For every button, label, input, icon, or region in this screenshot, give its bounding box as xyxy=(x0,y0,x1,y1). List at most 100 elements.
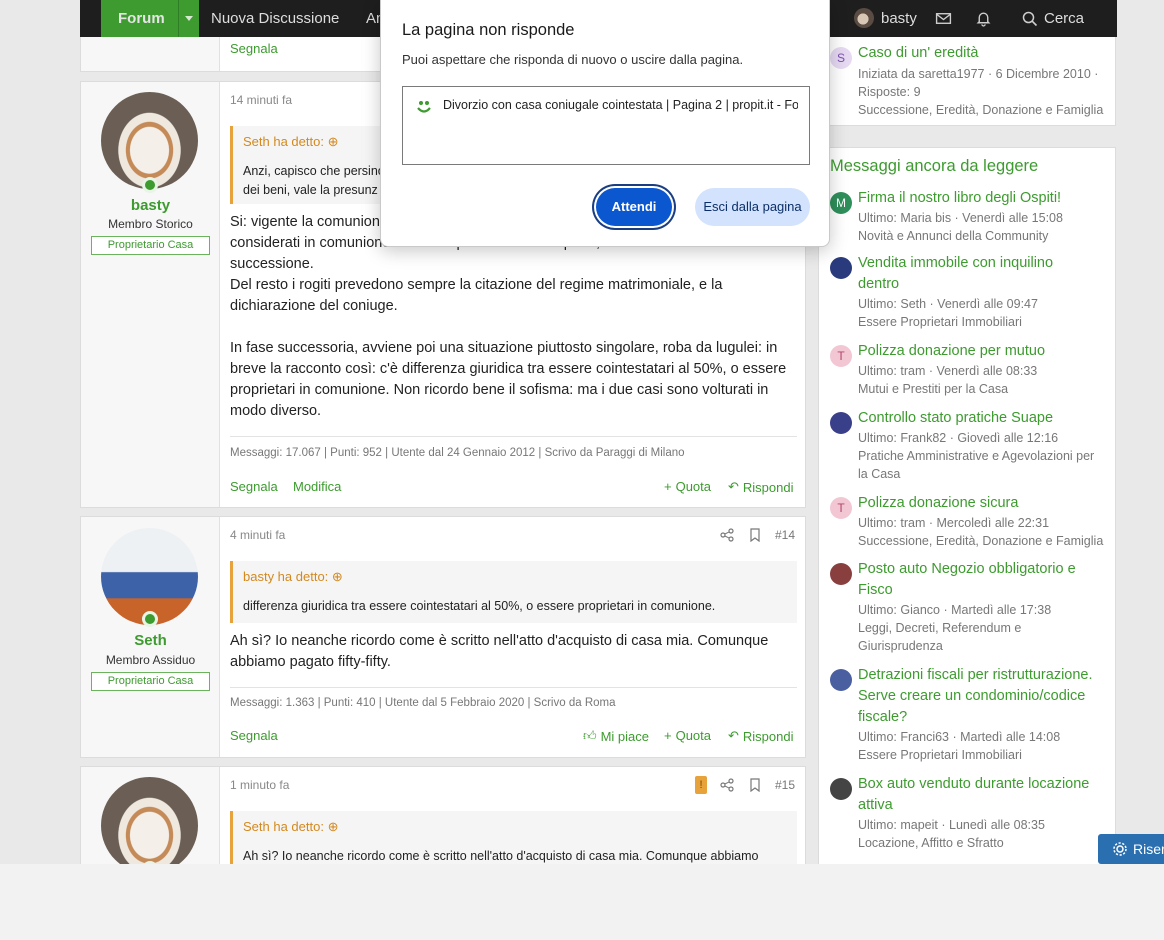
online-status-icon xyxy=(142,611,158,627)
reply-button[interactable]: ↶ Rispondi xyxy=(728,479,794,495)
quote-button[interactable]: + Quota xyxy=(664,479,711,494)
avatar[interactable] xyxy=(830,412,852,434)
sidebar-unread-title[interactable]: Controllo stato pratiche Suape xyxy=(858,408,1108,429)
dialog-page-title: Divorzio con casa coniugale cointestata … xyxy=(443,98,798,112)
post-seth: Seth Membro Assiduo Proprietario Casa 4 … xyxy=(80,516,806,758)
nav-search-button[interactable]: Cerca xyxy=(1022,10,1084,27)
search-icon xyxy=(1022,11,1038,26)
sidebar-unread-title[interactable]: Polizza donazione sicura xyxy=(858,493,1108,514)
sidebar-unread-forum[interactable]: Giurisprudenza xyxy=(858,637,1110,655)
sidebar-thread-title[interactable]: Caso di un' eredità xyxy=(858,43,1108,64)
report-link[interactable]: Segnala xyxy=(230,41,278,56)
user-title: Membro Assiduo xyxy=(105,653,196,667)
sidebar-unread-forum[interactable]: Locazione, Affitto e Sfratto xyxy=(858,834,1110,852)
post-username[interactable]: Seth xyxy=(81,632,220,649)
sidebar-unread-title[interactable]: Detrazioni fiscali per ristrutturazione. xyxy=(858,665,1108,686)
post-line: Del resto i rogiti prevedono sempre la c… xyxy=(230,277,723,293)
post-line: abbiamo pagato fifty-fifty. xyxy=(230,654,391,670)
exit-page-button[interactable]: Esci dalla pagina xyxy=(695,188,810,226)
sidebar-unread-title[interactable]: dentro xyxy=(858,274,1108,295)
sidebar-unread-title[interactable]: Firma il nostro libro degli Ospiti! xyxy=(858,188,1108,209)
envelope-icon[interactable] xyxy=(935,10,952,27)
post-user-cell xyxy=(81,37,220,71)
post-user-cell: Seth Membro Assiduo Proprietario Casa xyxy=(81,517,220,757)
post-timestamp[interactable]: 1 minuto fa xyxy=(230,778,289,792)
post-username[interactable]: basty xyxy=(81,197,220,214)
nav-username: basty xyxy=(881,9,917,27)
sidebar-thread-forum[interactable]: Successione, Eredità, Donazione e Famigl… xyxy=(858,101,1110,119)
report-link[interactable]: Segnala xyxy=(230,479,278,494)
user-signature: Messaggi: 1.363 | Punti: 410 | Utente da… xyxy=(230,697,616,709)
quote-button[interactable]: + Quota xyxy=(664,728,711,743)
wait-button[interactable]: Attendi xyxy=(596,188,672,226)
warning-badge[interactable]: ! xyxy=(695,776,707,794)
sidebar-unread-meta: Ultimo: Gianco · Martedì alle 17:38 xyxy=(858,603,1052,617)
sidebar-unread-title[interactable]: attiva xyxy=(858,795,1108,816)
nav-user-menu[interactable]: basty xyxy=(854,7,917,29)
sidebar-heading[interactable]: Messaggi ancora da leggere xyxy=(830,157,1038,176)
sidebar-unread-forum[interactable]: Novità e Annunci della Community xyxy=(858,227,1110,245)
reply-button[interactable]: ↶ Rispondi xyxy=(728,728,794,744)
avatar[interactable] xyxy=(830,257,852,279)
quote-block: basty ha detto: ⊕ differenza giuridica t… xyxy=(230,561,797,623)
quote-author-label: Seth ha detto: xyxy=(243,134,324,149)
sidebar-unread-title[interactable]: Box auto venduto durante locazione xyxy=(858,774,1108,795)
report-link[interactable]: Segnala xyxy=(230,728,278,743)
sidebar-unread-title[interactable]: Fisco xyxy=(858,580,1108,601)
avatar[interactable] xyxy=(830,669,852,691)
nav-search-label: Cerca xyxy=(1044,10,1085,27)
nav-new-discussion[interactable]: Nuova Discussione xyxy=(211,10,339,27)
online-status-icon xyxy=(142,177,158,193)
post-line: Ah sì? Io neanche ricordo come è scritto… xyxy=(230,633,769,649)
sidebar-unread-title[interactable]: Serve creare un condominio/codice xyxy=(858,686,1108,707)
avatar[interactable]: T xyxy=(830,345,852,367)
sidebar-unread-forum[interactable]: Essere Proprietari Immobiliari xyxy=(858,746,1110,764)
quote-author[interactable]: Seth ha detto: ⊕ xyxy=(243,819,338,835)
reply-icon: ↶ xyxy=(728,728,739,743)
gear-icon xyxy=(1113,842,1127,856)
post-timestamp[interactable]: 4 minuti fa xyxy=(230,528,285,542)
avatar[interactable]: M xyxy=(830,192,852,214)
sidebar-unread-meta: Ultimo: mapeit · Lunedì alle 08:35 xyxy=(858,818,1045,832)
avatar[interactable] xyxy=(830,563,852,585)
reply-button-label: Rispondi xyxy=(742,728,794,744)
edit-link[interactable]: Modifica xyxy=(293,479,341,494)
bookmark-icon[interactable] xyxy=(749,528,761,542)
sidebar-unread-forum[interactable]: Leggi, Decreti, Referendum e xyxy=(858,619,1110,637)
post-number[interactable]: #15 xyxy=(775,778,795,792)
post-number[interactable]: #14 xyxy=(775,528,795,542)
arrow-up-circle-icon: ⊕ xyxy=(327,819,339,834)
bell-icon[interactable] xyxy=(975,10,992,27)
avatar[interactable] xyxy=(101,92,198,189)
sidebar-unread-title[interactable]: Vendita immobile con inquilino xyxy=(858,253,1108,274)
post-line: dichiarazione del coniuge. xyxy=(230,298,398,314)
avatar[interactable]: S xyxy=(830,47,852,69)
avatar[interactable] xyxy=(830,778,852,800)
avatar[interactable] xyxy=(101,777,198,864)
sidebar-unread-title[interactable]: fiscale? xyxy=(858,707,1108,728)
sidebar-unread-title[interactable]: Posto auto Negozio obbligatorio e xyxy=(858,559,1108,580)
page-unresponsive-dialog: La pagina non risponde Puoi aspettare ch… xyxy=(380,0,830,247)
bookmark-icon[interactable] xyxy=(749,778,761,792)
post-line: modo diverso. xyxy=(230,403,322,419)
share-icon[interactable] xyxy=(720,778,734,792)
post-line: In fase successoria, avviene poi una sit… xyxy=(230,340,778,356)
sidebar-unread-forum[interactable]: Pratiche Amministrative e Agevolazioni p… xyxy=(858,447,1110,465)
avatar[interactable]: T xyxy=(830,497,852,519)
post-timestamp[interactable]: 14 minuti fa xyxy=(230,93,292,107)
like-button[interactable]: 👍︎ Mi piace xyxy=(583,728,649,744)
thumbs-up-icon: 👍︎ xyxy=(583,728,597,743)
chevron-down-icon[interactable] xyxy=(178,0,199,37)
sidebar-unread-forum[interactable]: Essere Proprietari Immobiliari xyxy=(858,313,1110,331)
sidebar-unread-title[interactable]: Polizza donazione per mutuo xyxy=(858,341,1108,362)
share-icon[interactable] xyxy=(720,528,734,542)
sidebar-unread-forum[interactable]: la Casa xyxy=(858,465,1110,483)
sidebar-unread-forum[interactable]: Mutui e Prestiti per la Casa xyxy=(858,380,1110,398)
signature-divider xyxy=(230,436,797,437)
nav-forum-tab[interactable]: Forum xyxy=(101,0,199,37)
quote-author[interactable]: Seth ha detto: ⊕ xyxy=(243,134,338,150)
sidebar-unread-forum[interactable]: Successione, Eredità, Donazione e Famigl… xyxy=(858,532,1110,550)
quote-author[interactable]: basty ha detto: ⊕ xyxy=(243,569,343,585)
floating-panel-button[interactable]: Riser xyxy=(1098,834,1164,864)
post-line: breve la racconto così: c'è differenza g… xyxy=(230,361,787,377)
